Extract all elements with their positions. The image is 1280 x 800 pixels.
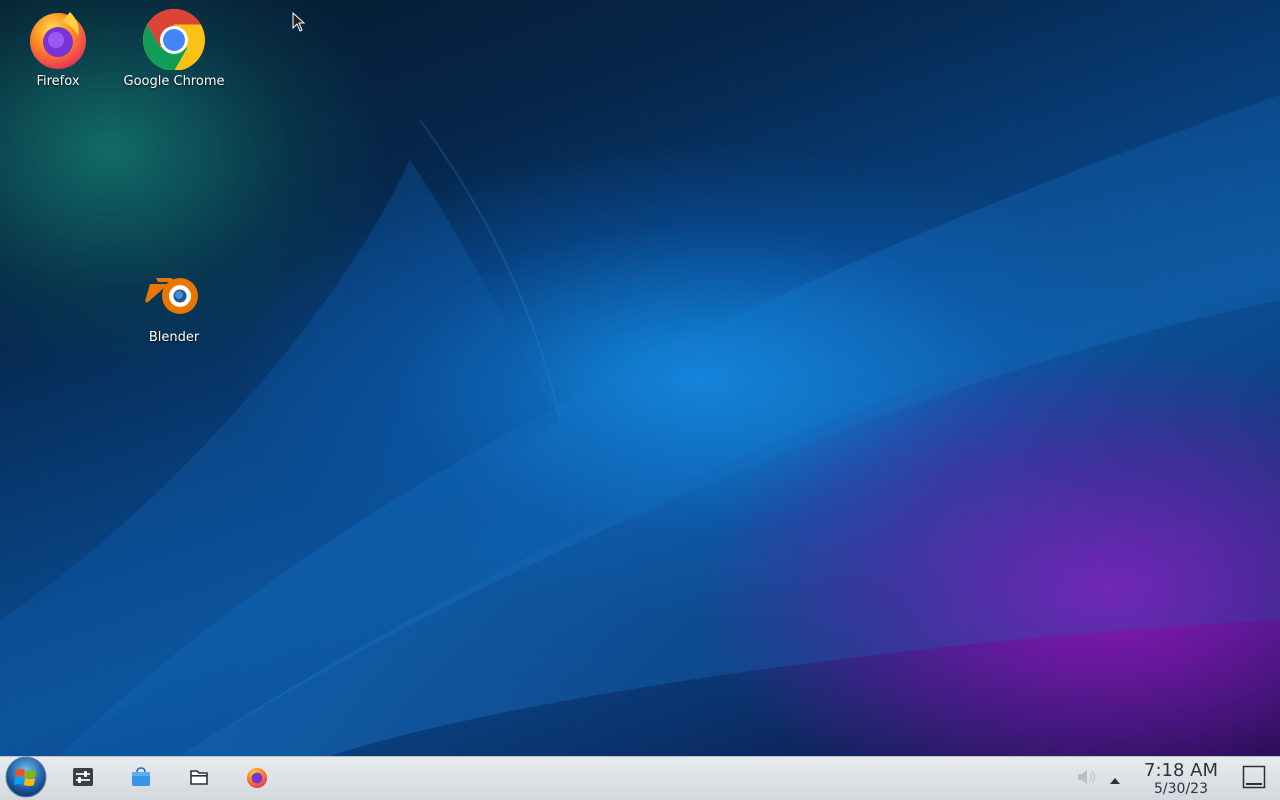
taskbar-system-settings[interactable] [66, 757, 100, 800]
taskbar-discover[interactable] [124, 757, 158, 800]
file-manager-icon [189, 767, 209, 791]
firefox-icon [26, 6, 90, 70]
show-desktop-icon [1242, 765, 1266, 793]
taskbar: 7:18 AM 5/30/23 [0, 756, 1280, 800]
clock-time: 7:18 AM [1144, 760, 1218, 781]
chrome-icon [142, 6, 206, 71]
desktop-icon-blender[interactable]: Blender [119, 262, 229, 345]
discover-store-icon [130, 766, 152, 792]
tray-expand-arrow-icon [1109, 770, 1121, 789]
tray-volume[interactable] [1074, 757, 1100, 800]
system-settings-icon [72, 766, 94, 792]
desktop-wallpaper: Firefox Google Chrome Blender [0, 0, 1280, 756]
wallpaper-graphic [0, 95, 1280, 756]
taskbar-firefox[interactable] [240, 757, 274, 800]
desktop-icon-label: Blender [148, 330, 200, 345]
firefox-icon [246, 766, 268, 792]
show-desktop-button[interactable] [1238, 757, 1270, 800]
blender-icon [142, 262, 206, 326]
start-menu-icon [5, 756, 47, 800]
taskbar-file-manager[interactable] [182, 757, 216, 800]
desktop-icon-label: Google Chrome [123, 74, 225, 89]
clock-date: 5/30/23 [1154, 781, 1208, 797]
clock[interactable]: 7:18 AM 5/30/23 [1144, 760, 1218, 798]
volume-muted-icon [1076, 768, 1098, 790]
mouse-cursor-icon [292, 11, 306, 36]
desktop-icon-google-chrome[interactable]: Google Chrome [119, 6, 229, 89]
desktop-icon-firefox[interactable]: Firefox [3, 6, 113, 89]
start-menu-button[interactable] [2, 756, 50, 800]
desktop-icon-label: Firefox [36, 74, 80, 89]
tray-expand-button[interactable] [1104, 757, 1126, 800]
